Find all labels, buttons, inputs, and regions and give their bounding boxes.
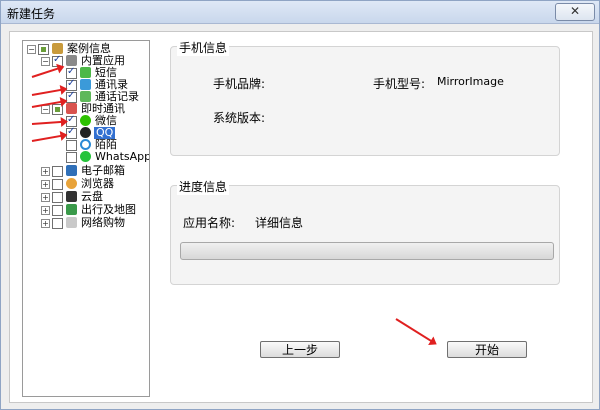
wechat-icon [80, 115, 91, 126]
model-label: 手机型号: [373, 77, 426, 91]
mail-icon [66, 165, 77, 176]
builtin-app-icon [66, 55, 77, 66]
progress-bar [180, 242, 554, 260]
tree-label-shopping: 网络购物 [81, 216, 125, 229]
expand-icon[interactable]: + [41, 206, 50, 215]
checkbox-root[interactable] [38, 44, 49, 55]
checkbox-shopping[interactable] [52, 218, 63, 229]
progress-info-group: 进度信息 应用名称: 详细信息 [170, 178, 560, 285]
model-value: MirrorImage [437, 75, 504, 88]
contacts-icon [80, 79, 91, 90]
close-icon: ✕ [569, 4, 581, 18]
brand-label: 手机品牌: [213, 77, 266, 91]
browser-icon [66, 178, 77, 189]
map-icon [66, 204, 77, 215]
tree-label-travel: 出行及地图 [81, 203, 136, 216]
collapse-icon[interactable]: − [41, 105, 50, 114]
case-folder-icon [52, 43, 63, 54]
checkbox-momo[interactable] [66, 140, 77, 151]
tree-label-whatsapp: WhatsApp [95, 150, 150, 163]
expand-icon[interactable]: + [41, 167, 50, 176]
checkbox-browser[interactable] [52, 179, 63, 190]
momo-icon [80, 139, 91, 150]
expand-icon[interactable]: + [41, 180, 50, 189]
app-name-label: 应用名称: [183, 216, 236, 230]
checkbox-travel[interactable] [52, 205, 63, 216]
tree-label-email: 电子邮箱 [81, 164, 125, 177]
cloud-icon [66, 191, 77, 202]
close-button[interactable]: ✕ [555, 3, 595, 21]
phone-info-group: 手机信息 手机品牌: 手机型号: MirrorImage 系统版本: [170, 39, 560, 156]
collapse-icon[interactable]: − [27, 45, 36, 54]
expand-icon[interactable]: + [41, 193, 50, 202]
phone-icon [80, 91, 91, 102]
qq-penguin-icon [80, 127, 91, 138]
phone-info-title: 手机信息 [177, 39, 230, 56]
detail-label: 详细信息 [255, 216, 304, 230]
version-label: 系统版本: [213, 111, 266, 125]
tree-label-cloud: 云盘 [81, 190, 103, 203]
prev-step-button[interactable]: 上一步 [260, 341, 340, 358]
expand-icon[interactable]: + [41, 219, 50, 228]
checkbox-email[interactable] [52, 166, 63, 177]
sms-icon [80, 67, 91, 78]
window-title: 新建任务 [7, 7, 56, 21]
whatsapp-icon [80, 151, 91, 162]
tree-label-browser: 浏览器 [81, 177, 114, 190]
shopping-icon [66, 217, 77, 228]
checkbox-cloud[interactable] [52, 192, 63, 203]
collapse-icon[interactable]: − [41, 57, 50, 66]
checkbox-whatsapp[interactable] [66, 152, 77, 163]
start-button[interactable]: 开始 [447, 341, 527, 358]
progress-info-title: 进度信息 [177, 178, 230, 195]
title-bar[interactable]: 新建任务 ✕ [1, 1, 599, 24]
